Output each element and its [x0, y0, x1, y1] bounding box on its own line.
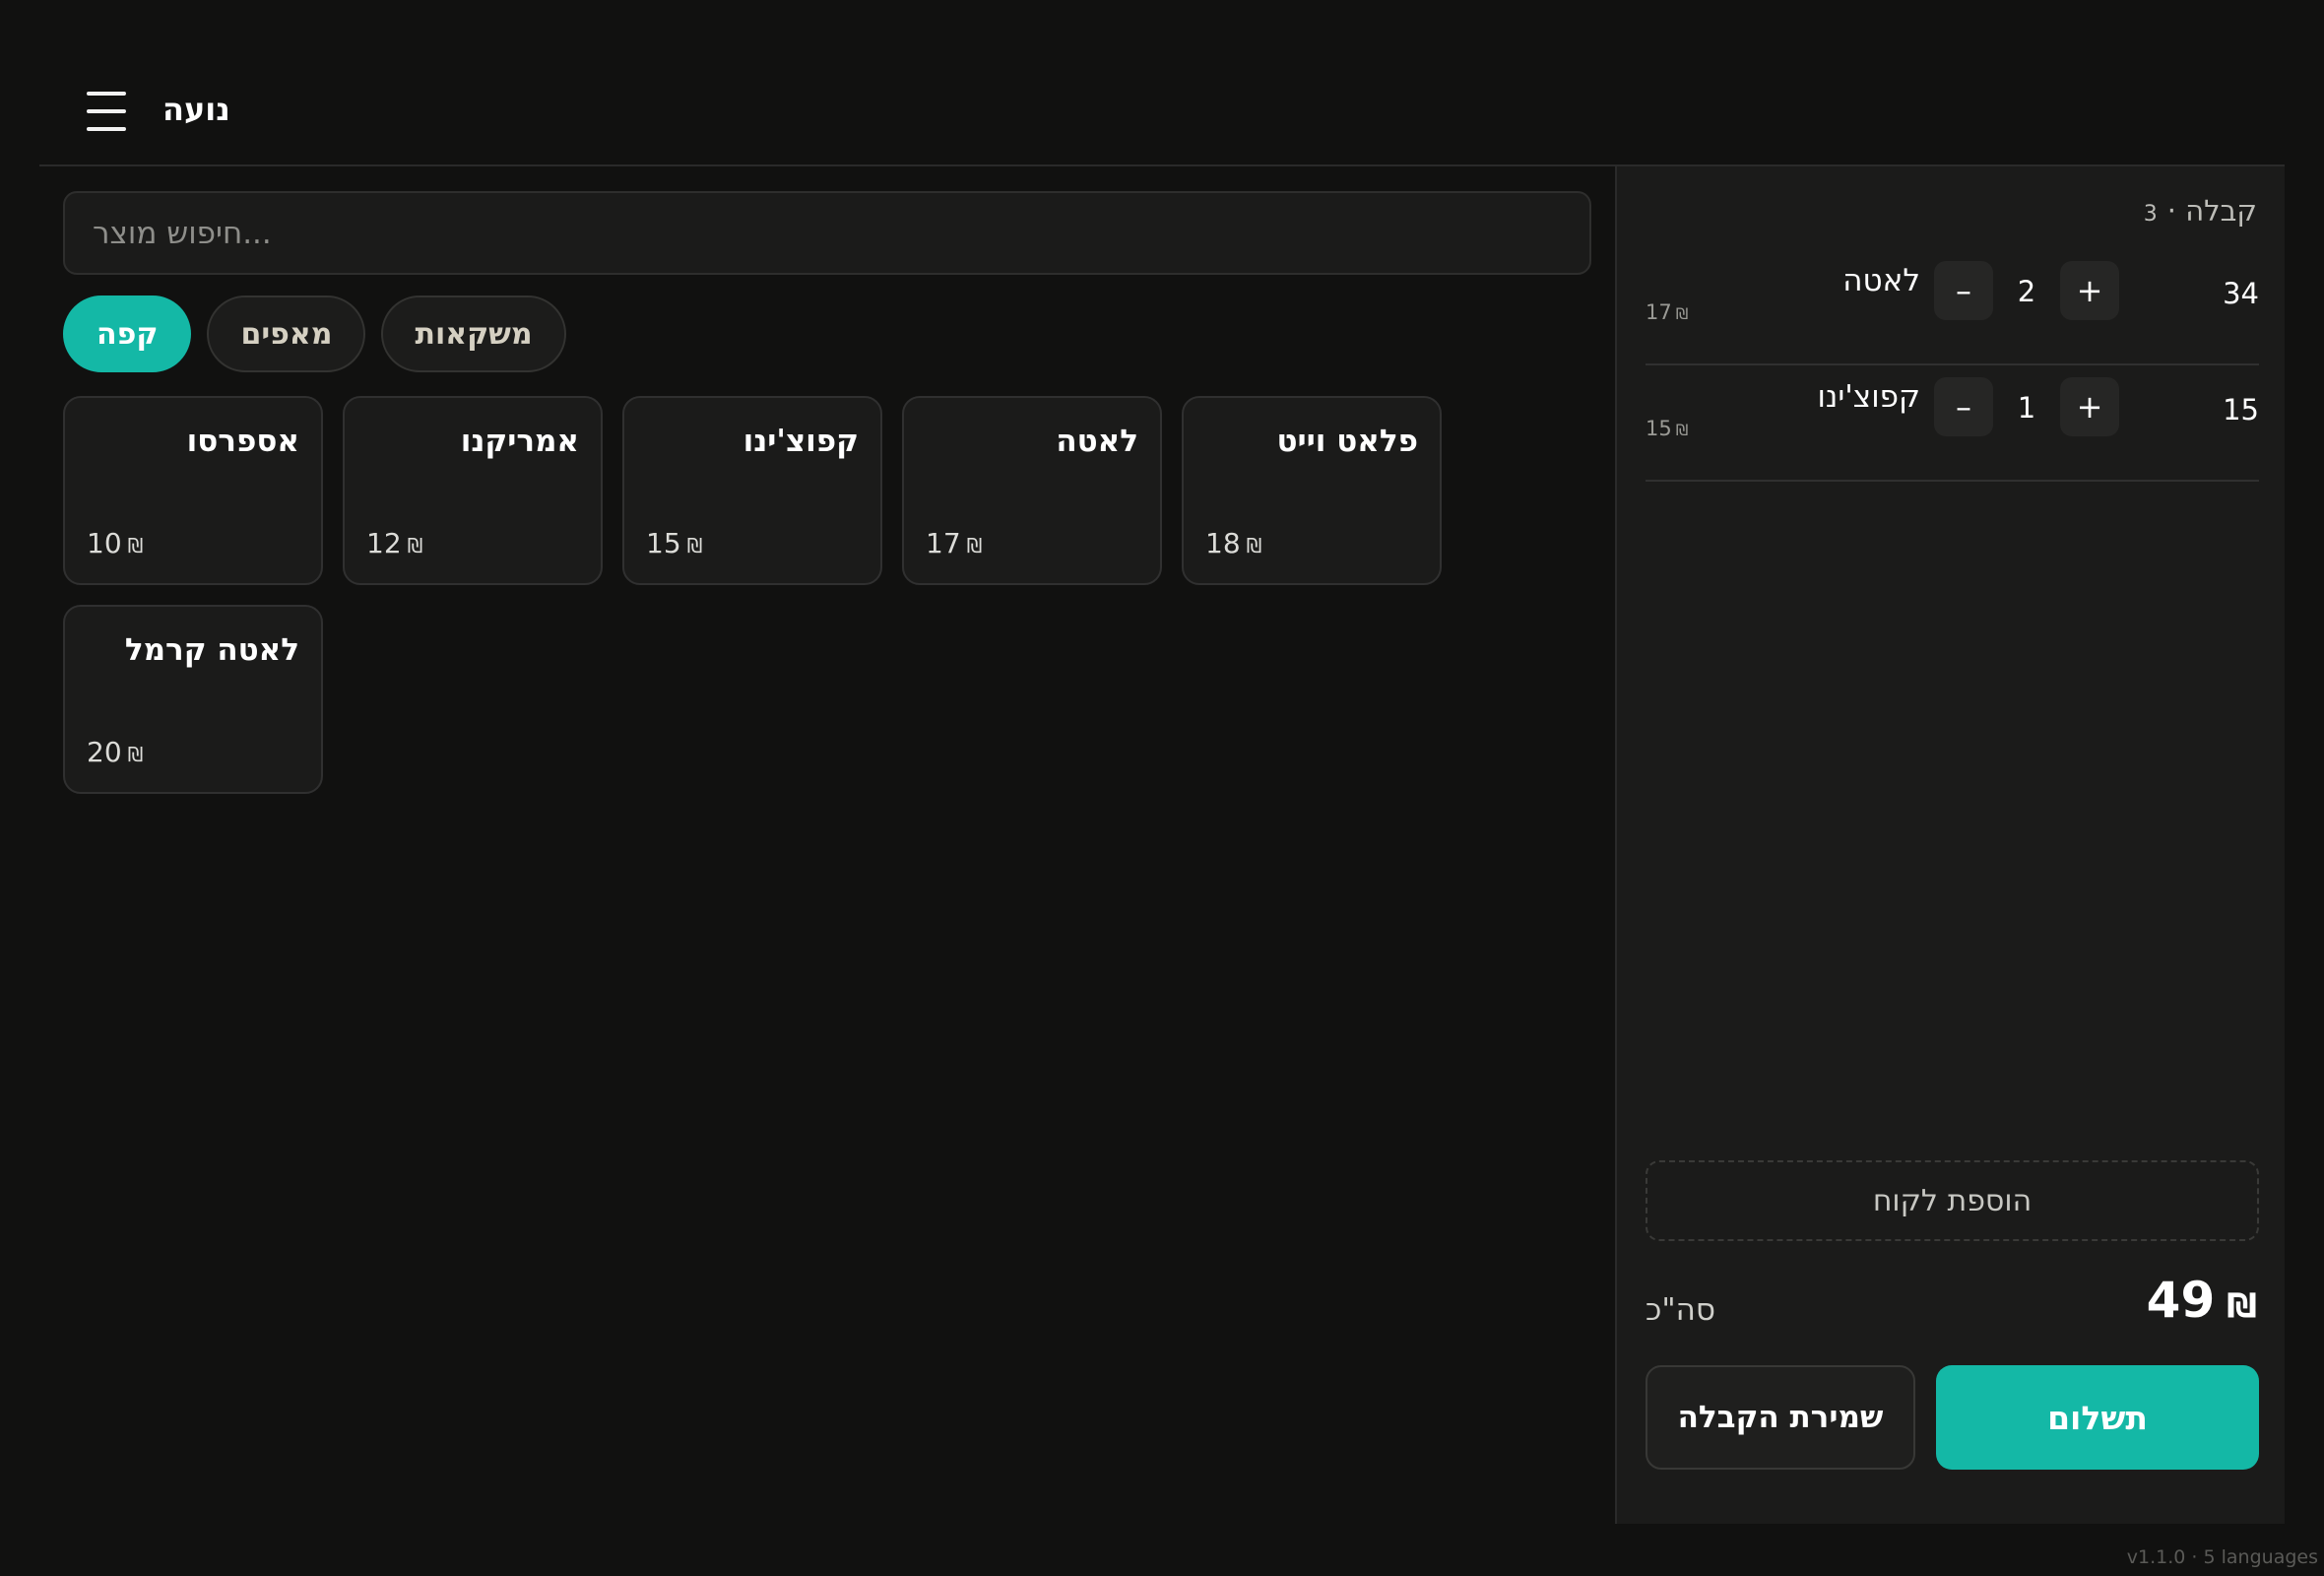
category-pill-coffee[interactable]: קפה [63, 296, 192, 372]
line-item-name: קפוצ'ינו [1817, 379, 1920, 415]
shekel-icon: ₪ [127, 743, 144, 766]
shekel-icon: ₪ [686, 534, 703, 558]
line-unit-price: 15 ₪ [1646, 417, 1689, 440]
category-filter-bar: קפה מאפים משקאות [63, 296, 566, 372]
product-name: פלאט וייט [1276, 424, 1418, 459]
product-card-espresso[interactable]: אספרסו 10 ₪ [63, 396, 323, 585]
product-name: אספרסו [186, 424, 299, 459]
total-amount: 49 ₪ [2146, 1272, 2257, 1329]
shekel-icon: ₪ [1675, 421, 1689, 439]
product-price: 17 ₪ [926, 527, 983, 559]
product-price: 12 ₪ [366, 527, 423, 559]
product-price: 18 ₪ [1205, 527, 1262, 559]
decrease-qty-button[interactable]: – [1934, 377, 1993, 436]
pay-button[interactable]: תשלום [1936, 1365, 2259, 1470]
product-price: 15 ₪ [646, 527, 703, 559]
shekel-icon: ₪ [2227, 1286, 2257, 1326]
product-name: לאטה [1056, 424, 1138, 459]
receipt-number: 3 [2143, 202, 2158, 227]
line-total: 34 [2223, 277, 2259, 310]
add-customer-button[interactable]: הוספת לקוח [1646, 1160, 2259, 1241]
product-price: 20 ₪ [87, 736, 144, 768]
product-card-flat-white[interactable]: פלאט וייט 18 ₪ [1182, 396, 1442, 585]
receipt-title: קבלה ·3 [2143, 194, 2257, 228]
decrease-qty-button[interactable]: – [1934, 261, 1993, 320]
line-item-name: לאטה [1842, 263, 1920, 298]
shekel-icon: ₪ [966, 534, 983, 558]
increase-qty-button[interactable]: + [2060, 261, 2119, 320]
shekel-icon: ₪ [407, 534, 423, 558]
save-receipt-button[interactable]: שמירת הקבלה [1646, 1365, 1915, 1470]
receipt-panel: קבלה ·3 34 + 2 – לאטה 17 ₪ 15 + 1 – קפוצ'… [1615, 166, 2285, 1524]
receipt-line-item: 15 + 1 – קפוצ'ינו 15 ₪ [1646, 365, 2259, 482]
product-card-cappuccino[interactable]: קפוצ'ינו 15 ₪ [622, 396, 882, 585]
product-search-input[interactable] [63, 191, 1591, 275]
product-card-latte[interactable]: לאטה 17 ₪ [902, 396, 1162, 585]
shekel-icon: ₪ [1246, 534, 1262, 558]
qty-value: 2 [2017, 275, 2036, 308]
app-header: נועה [39, 0, 2285, 166]
product-card-americano[interactable]: אמריקנו 12 ₪ [343, 396, 603, 585]
user-name: נועה [162, 91, 230, 128]
qty-value: 1 [2017, 391, 2036, 425]
product-name: לאטה קרמל [124, 632, 299, 668]
category-pill-pastries[interactable]: מאפים [207, 296, 366, 372]
hamburger-menu-icon[interactable] [87, 92, 126, 131]
increase-qty-button[interactable]: + [2060, 377, 2119, 436]
line-unit-price: 17 ₪ [1646, 300, 1689, 324]
product-name: אמריקנו [460, 424, 579, 459]
receipt-line-item: 34 + 2 – לאטה 17 ₪ [1646, 249, 2259, 365]
product-price: 10 ₪ [87, 527, 144, 559]
product-name: קפוצ'ינו [742, 424, 859, 459]
shekel-icon: ₪ [1675, 304, 1689, 323]
total-label: סה"כ [1646, 1292, 1716, 1328]
version-info: v1.1.0 · 5 languages [2126, 1546, 2318, 1568]
product-card-caramel-latte[interactable]: לאטה קרמל 20 ₪ [63, 605, 323, 794]
category-pill-drinks[interactable]: משקאות [381, 296, 566, 372]
line-total: 15 [2223, 393, 2259, 427]
shekel-icon: ₪ [127, 534, 144, 558]
